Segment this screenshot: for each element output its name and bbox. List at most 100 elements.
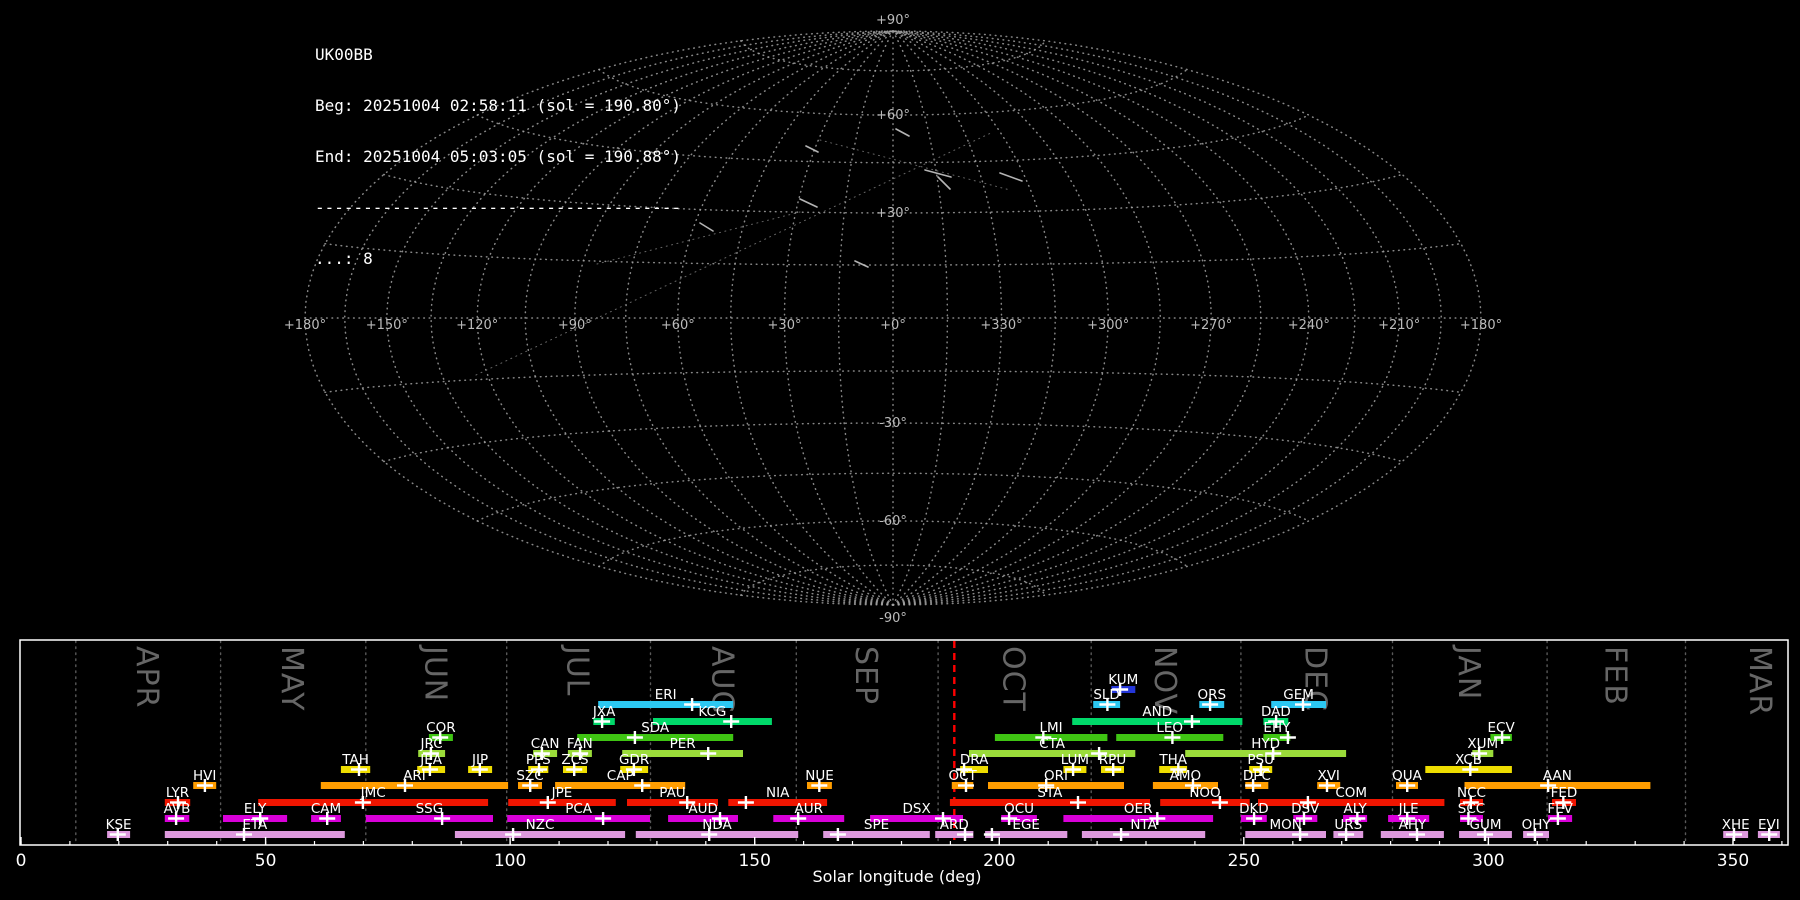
shower-code-label: AHY [1399, 817, 1427, 833]
shower-code-label: HVI [193, 768, 216, 784]
shower-code-label: PPS [526, 752, 551, 768]
longitude-tick-label: +120° [456, 318, 498, 333]
shower-code-label: COM [1335, 785, 1367, 801]
shower-avb: AVB [164, 801, 190, 825]
longitude-tick-label: +210° [1378, 318, 1420, 333]
shower-code-label: COR [426, 720, 455, 736]
shower-jip: JIP [468, 752, 493, 776]
shower-code-label: JEA [419, 752, 443, 768]
x-tick-label: 150 [738, 851, 770, 871]
month-label: JUN [417, 644, 452, 702]
latitude-tick-label: +90° [876, 13, 910, 28]
longitude-tick-label: +60° [661, 318, 695, 333]
shower-code-label: URS [1334, 817, 1362, 833]
latitude-tick-label: -90° [879, 611, 907, 626]
longitude-tick-label: +330° [980, 318, 1022, 333]
shower-code-label: SDA [641, 720, 670, 736]
shower-code-label: OCT [948, 768, 977, 784]
shower-code-label: ARI [403, 768, 426, 784]
shower-zcs: ZCS [561, 752, 589, 776]
latitude-tick-label: -60° [879, 514, 907, 529]
shower-code-label: ELY [244, 801, 267, 817]
shower-dkd: DKD [1239, 801, 1269, 825]
shower-code-label: NUE [805, 768, 834, 784]
shower-code-label: TAH [341, 752, 369, 768]
shower-code-label: ERI [655, 687, 677, 703]
shower-code-label: JMC [360, 785, 386, 801]
shower-code-label: ECV [1487, 720, 1515, 736]
shower-code-label: SLD [1093, 687, 1120, 703]
shower-code-label: CAM [311, 801, 341, 817]
x-tick-label: 0 [16, 851, 27, 871]
shower-code-label: KSE [106, 817, 132, 833]
x-tick-label: 300 [1472, 851, 1504, 871]
shower-kse: KSE [106, 817, 132, 841]
meteor-trail [895, 128, 910, 137]
graticule-parallel [740, 40, 1046, 72]
month-label: JAN [1451, 644, 1486, 700]
shower-code-label: NDA [702, 817, 732, 833]
longitude-tick-label: +90° [558, 318, 592, 333]
shower-code-label: LYR [166, 785, 189, 801]
longitude-tick-label: +30° [768, 318, 802, 333]
shower-code-label: OHY [1522, 817, 1552, 833]
month-label: SEP [848, 646, 883, 705]
latitude-tick-label: -30° [879, 416, 907, 431]
faint-reference-line [819, 139, 1011, 191]
shower-code-label: HYD [1251, 736, 1280, 752]
shower-code-label: JLE [1398, 801, 1419, 817]
shower-jxa: JXA [592, 704, 616, 728]
shower-code-label: CAP [607, 768, 634, 784]
shower-code-label: FAN [567, 736, 593, 752]
longitude-tick-label: +270° [1190, 318, 1232, 333]
shower-code-label: ALY [1343, 801, 1367, 817]
shower-code-label: PSU [1247, 752, 1274, 768]
shower-code-label: XCB [1455, 752, 1482, 768]
shower-code-label: MON [1270, 817, 1302, 833]
station-id: UK00BB [315, 45, 373, 64]
meteor-trail [999, 172, 1023, 182]
shower-xhe: XHE [1722, 817, 1750, 841]
shower-ege: EGE [983, 817, 1068, 841]
shower-code-label: ETA [242, 817, 268, 833]
month-label: JUL [560, 644, 595, 697]
shower-code-label: ZCS [561, 752, 588, 768]
shower-code-label: PER [670, 736, 696, 752]
shower-code-label: XHE [1722, 817, 1750, 833]
shower-code-label: DAD [1261, 704, 1291, 720]
shower-code-label: GDR [619, 752, 649, 768]
shower-code-label: JXA [592, 704, 616, 720]
month-label: APR [129, 646, 164, 708]
shower-nue: NUE [805, 768, 834, 792]
shower-code-label: SPE [864, 817, 889, 833]
meteor-trail [699, 222, 714, 232]
shower-code-label: DSV [1291, 801, 1320, 817]
shower-code-label: SSG [416, 801, 444, 817]
x-tick-label: 350 [1717, 851, 1749, 871]
shower-code-label: JPE [551, 785, 573, 801]
shower-code-label: AND [1142, 704, 1172, 720]
shower-code-label: LUM [1061, 752, 1089, 768]
shower-code-label: OCU [1004, 801, 1034, 817]
shower-code-label: FED [1551, 785, 1578, 801]
shower-code-label: NTA [1130, 817, 1157, 833]
x-tick-label: 100 [494, 851, 526, 871]
longitude-tick-label: +0° [880, 318, 906, 333]
shower-code-label: XUM [1467, 736, 1498, 752]
figure-canvas: +180° +150° +120° +90° +60° +30° +0° +330° +300°… [16, 13, 1789, 886]
meteor-trail [937, 176, 951, 190]
longitude-tick-label: +180° [1460, 318, 1502, 333]
shower-code-label: SCC [1458, 801, 1485, 817]
shower-code-label: STA [1037, 785, 1063, 801]
session-end-line: End: 20251004 05:03:05 (sol = 190.88°) [315, 147, 682, 166]
shower-code-label: DRA [960, 752, 989, 768]
shower-code-label: KUM [1108, 672, 1138, 688]
shower-code-label: AMO [1170, 768, 1202, 784]
month-label: FEB [1597, 646, 1632, 706]
shower-code-label: DPC [1243, 768, 1271, 784]
latitude-tick-label: +60° [876, 108, 910, 123]
latitude-tick-label: +30° [876, 206, 910, 221]
shower-ohy: OHY [1522, 817, 1552, 841]
shower-cam: CAM [311, 801, 341, 825]
shower-code-label: PAU [659, 785, 685, 801]
